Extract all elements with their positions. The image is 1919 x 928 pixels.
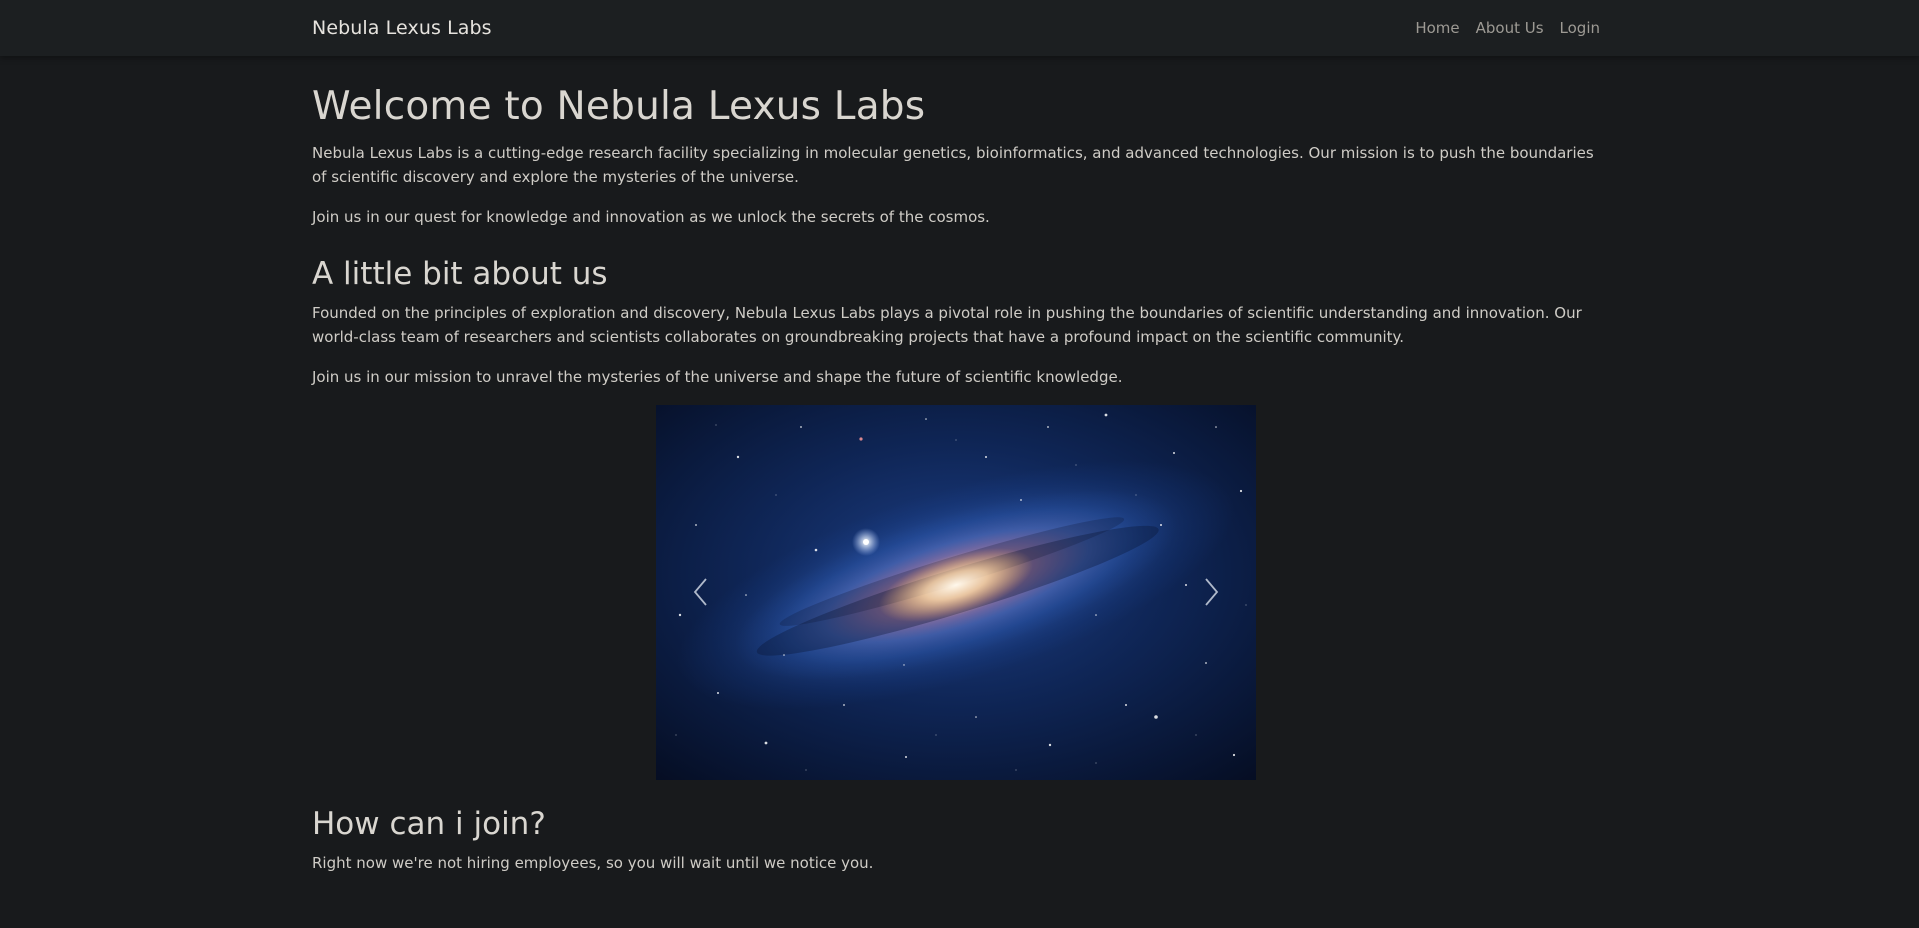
nav-link-about-us[interactable]: About Us [1476,19,1544,37]
chevron-right-icon [1205,578,1219,607]
carousel-next-button[interactable] [1166,405,1256,780]
about-title: A little bit about us [312,255,608,292]
navbar-container: Nebula Lexus Labs Home About Us Login [312,0,1600,56]
image-carousel [656,404,1256,780]
chevron-left-icon [693,578,707,607]
welcome-section: Welcome to Nebula Lexus Labs Nebula Lexu… [312,84,1600,229]
carousel-prev-button[interactable] [656,405,746,780]
main-content: Welcome to Nebula Lexus Labs Nebula Lexu… [312,84,1600,875]
about-paragraph-2: Join us in our mission to unravel the my… [312,367,1123,386]
nav-link-home[interactable]: Home [1415,19,1459,37]
about-paragraph-1: Founded on the principles of exploration… [312,303,1582,346]
nav-links: Home About Us Login [1415,19,1600,37]
brand-link[interactable]: Nebula Lexus Labs [312,17,492,39]
welcome-title: Welcome to Nebula Lexus Labs [312,84,926,129]
welcome-paragraph-1: Nebula Lexus Labs is a cutting-edge rese… [312,143,1594,186]
join-section: How can i join? Right now we're not hiri… [312,806,1600,875]
about-section: A little bit about us Founded on the pri… [312,256,1600,389]
nav-link-login[interactable]: Login [1560,19,1600,37]
welcome-paragraph-2: Join us in our quest for knowledge and i… [312,207,990,226]
join-title: How can i join? [312,805,546,842]
navbar: Nebula Lexus Labs Home About Us Login [0,0,1919,56]
join-text: Right now we're not hiring employees, so… [312,854,874,873]
